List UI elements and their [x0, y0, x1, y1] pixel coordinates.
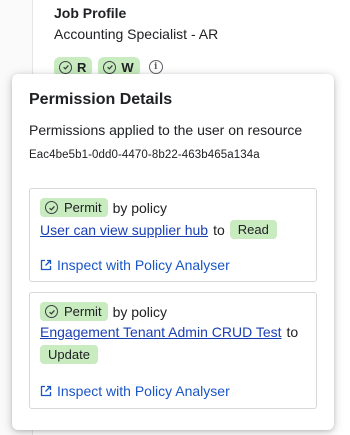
policy-action-row: Update	[40, 345, 98, 364]
policy-target-row: User can view supplier hub to Read	[40, 220, 277, 239]
policy-target-row: Engagement Tenant Admin CRUD Test to	[40, 324, 303, 340]
check-circle-icon	[59, 60, 72, 74]
permit-label: Permit	[64, 200, 102, 215]
permission-chip-label: W	[121, 59, 134, 75]
policy-card: Permit by policy User can view supplier …	[29, 188, 317, 282]
info-icon[interactable]: i	[148, 60, 163, 74]
to-text: to	[286, 324, 299, 340]
permission-chip-label: R	[77, 59, 87, 75]
permit-chip: Permit	[40, 198, 108, 217]
resource-id: Eac4be5b1-0dd0-4470-8b22-463b465a134a	[29, 149, 260, 161]
by-policy-text: by policy	[112, 199, 168, 216]
to-text: to	[213, 221, 225, 238]
inspect-label: Inspect with Policy Analyser	[57, 383, 230, 399]
page: Job Profile Accounting Specialist - AR R…	[0, 0, 350, 435]
inspect-policy-analyser-link[interactable]: Inspect with Policy Analyser	[40, 383, 230, 399]
policy-card: Permit by policy Engagement Tenant Admin…	[29, 292, 317, 409]
inspect-label: Inspect with Policy Analyser	[57, 257, 230, 273]
external-link-icon	[40, 259, 52, 271]
action-chip: Read	[229, 220, 277, 239]
external-link-icon	[40, 385, 52, 397]
job-profile-value: Accounting Specialist - AR	[54, 26, 219, 42]
inspect-policy-analyser-link[interactable]: Inspect with Policy Analyser	[40, 257, 230, 273]
by-policy-text: by policy	[112, 303, 168, 320]
popover-description: Permissions applied to the user on resou…	[29, 122, 303, 138]
policy-row: Permit by policy	[40, 302, 167, 321]
check-circle-icon	[103, 60, 117, 74]
policy-link[interactable]: Engagement Tenant Admin CRUD Test	[40, 324, 282, 340]
permit-chip: Permit	[40, 302, 108, 321]
policy-link[interactable]: User can view supplier hub	[40, 222, 208, 238]
job-profile-label: Job Profile	[54, 5, 127, 21]
action-chip: Update	[40, 345, 98, 364]
permit-label: Permit	[64, 304, 102, 319]
popover-title: Permission Details	[29, 91, 173, 108]
check-circle-icon	[45, 201, 58, 214]
policy-row: Permit by policy	[40, 198, 167, 217]
check-circle-icon	[45, 305, 58, 318]
permission-details-popover: Permission Details Permissions applied t…	[12, 74, 334, 430]
